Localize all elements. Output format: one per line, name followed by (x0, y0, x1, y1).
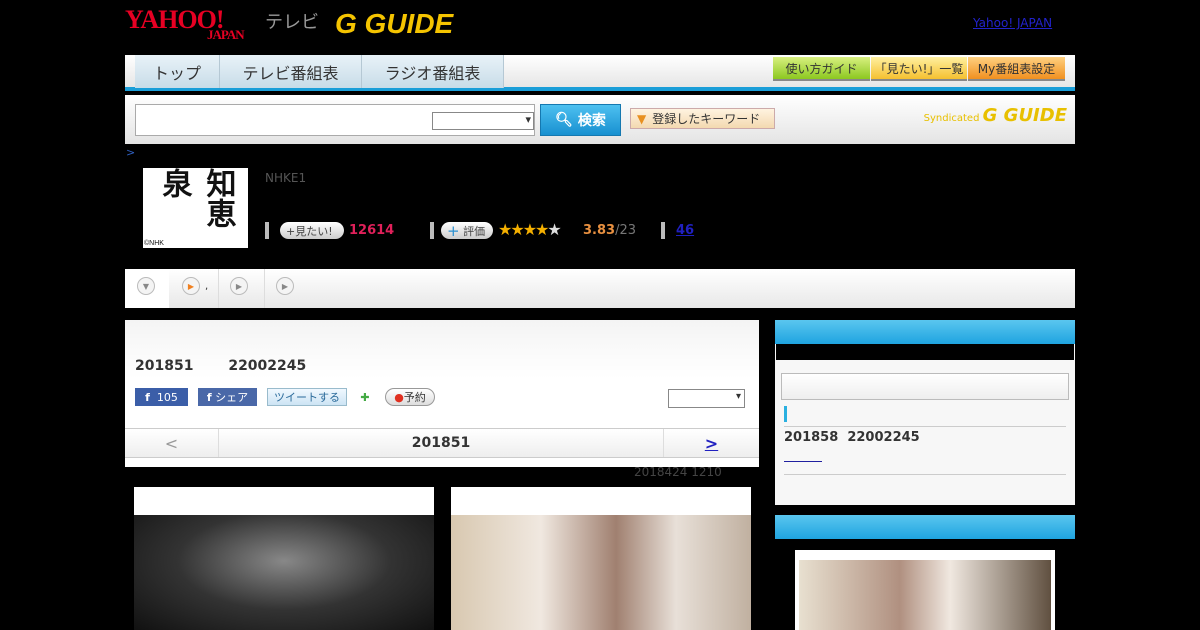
dropdown-icon: ▼ (637, 111, 647, 126)
rate-label: 評価 (463, 224, 486, 238)
pager-current: 201851 (411, 435, 471, 451)
related-image (795, 550, 1055, 630)
yahoo-logo[interactable]: YAHOO! JAPAN (125, 5, 245, 43)
plus-icon: + (447, 221, 460, 240)
record-icon: ● (394, 390, 404, 404)
rate-button[interactable]: + 評価 (441, 221, 493, 240)
broadcast-date: 201851 (135, 358, 194, 374)
want-count: 12614 (349, 223, 395, 238)
next-date: 201858 (784, 430, 839, 445)
divider (661, 222, 665, 239)
gguide-logo[interactable]: G GUIDE (335, 8, 453, 40)
studio-image (451, 515, 751, 630)
play-icon: ▶ (230, 277, 248, 295)
pager: < 201851 > (125, 428, 759, 458)
prev-button[interactable]: < (125, 429, 219, 457)
rating-count: /23 (615, 223, 636, 238)
syndicated-logo: Syndicated G GUIDE (924, 105, 1067, 126)
broadcast-time: 22002245 (228, 358, 307, 374)
chevron-down-icon: ▼ (137, 277, 155, 295)
program-image-2 (451, 487, 751, 630)
tab-top[interactable]: トップ (135, 55, 220, 88)
star-icon: ★★★★ (498, 220, 549, 239)
search-bar: 🔍︎ 検索 ▼ 登録したキーワード Syndicated G GUIDE (125, 95, 1075, 144)
search-category-select[interactable] (432, 112, 534, 130)
panel-header (775, 515, 1075, 539)
tab-item[interactable]: ▶ (266, 269, 311, 308)
search-icon: 🔍︎ (555, 112, 573, 128)
tv-logo[interactable]: テレビ (265, 8, 319, 34)
program-tabs: ▼ ▶, ▶ ▶ (125, 269, 1075, 308)
logo-japan: JAPAN (207, 27, 245, 42)
panel-box (781, 373, 1069, 400)
main-nav: トップ テレビ番組表 ラジオ番組表 使い方ガイド 「見たい!」一覧 My番組表設… (125, 55, 1075, 91)
reminder-select[interactable]: ▾ (668, 389, 745, 408)
tab-tv-schedule[interactable]: テレビ番組表 (220, 55, 362, 88)
next-broadcast-panel: 201858 22002245 (775, 320, 1075, 505)
facebook-icon: f (206, 390, 212, 404)
syndicated-gguide: G GUIDE (982, 105, 1067, 126)
panel-header (775, 320, 1075, 344)
detail-link[interactable] (784, 461, 822, 462)
program-thumbnail: 知恵泉 ©NHK (143, 168, 248, 248)
breadcrumb[interactable]: > (126, 146, 135, 159)
tab-item[interactable]: ▶ (220, 269, 265, 308)
next-time: 22002245 (847, 430, 920, 445)
fb-count: 105 (156, 390, 178, 404)
reserve-button[interactable]: ● 予約 (385, 388, 435, 406)
saved-keywords-button[interactable]: ▼ 登録したキーワード (630, 108, 775, 129)
review-count-link[interactable]: 46 (676, 223, 694, 238)
tweet-button[interactable]: ツイートする (267, 388, 347, 406)
play-icon: ▶ (276, 277, 294, 295)
reserve-label: 予約 (403, 391, 426, 404)
thumbnail-credit: ©NHK (144, 240, 164, 247)
rating-value: 3.83 (583, 223, 616, 238)
want-list-button[interactable]: 「見たい!」一覧 (871, 57, 967, 81)
guide-button[interactable]: 使い方ガイド (773, 57, 870, 81)
related-panel (775, 515, 1075, 630)
play-icon: ▶ (182, 277, 200, 295)
next-broadcast: 201858 22002245 (784, 430, 920, 445)
calendar-add-icon[interactable]: ✚ (357, 388, 373, 406)
portrait-image (134, 515, 434, 630)
want-button[interactable]: +見たい! (280, 222, 344, 239)
tab-radio-schedule[interactable]: ラジオ番組表 (362, 55, 504, 88)
facebook-share-button[interactable]: f シェア (198, 388, 257, 406)
accent-bar (784, 406, 787, 422)
facebook-like-button[interactable]: f 105 (135, 388, 188, 406)
my-schedule-button[interactable]: My番組表設定 (968, 57, 1065, 81)
next-button[interactable]: > (663, 429, 759, 457)
star-empty-icon: ★ (547, 220, 561, 239)
tab-item[interactable]: ▶, (169, 269, 219, 308)
share-label: シェア (215, 391, 249, 404)
rating-stars: ★★★★★ (498, 220, 562, 239)
channel-name: NHKE1 (265, 171, 307, 185)
search-button-label: 検索 (577, 113, 606, 129)
facebook-icon: f (145, 390, 150, 404)
yahoo-japan-link[interactable]: Yahoo! JAPAN (973, 16, 1052, 30)
tab-active[interactable]: ▼ (125, 269, 169, 308)
tab-label: , (205, 281, 209, 292)
search-button[interactable]: 🔍︎ 検索 (540, 104, 621, 136)
broadcast-datetime: 201851 22002245 (135, 358, 306, 374)
syndicated-text: Syndicated (923, 113, 980, 124)
program-image-1 (134, 487, 434, 630)
saved-keywords-label: 登録したキーワード (652, 112, 761, 126)
rating: 3.83/23 (583, 223, 636, 238)
updated-time: 2018424 1210 (634, 465, 722, 479)
divider (430, 222, 434, 239)
program-detail: 201851 22002245 f 105 f シェア ツイートする ✚ ● 予約… (125, 320, 759, 467)
divider (265, 222, 269, 239)
thumbnail-title: 知恵泉 (156, 168, 236, 228)
